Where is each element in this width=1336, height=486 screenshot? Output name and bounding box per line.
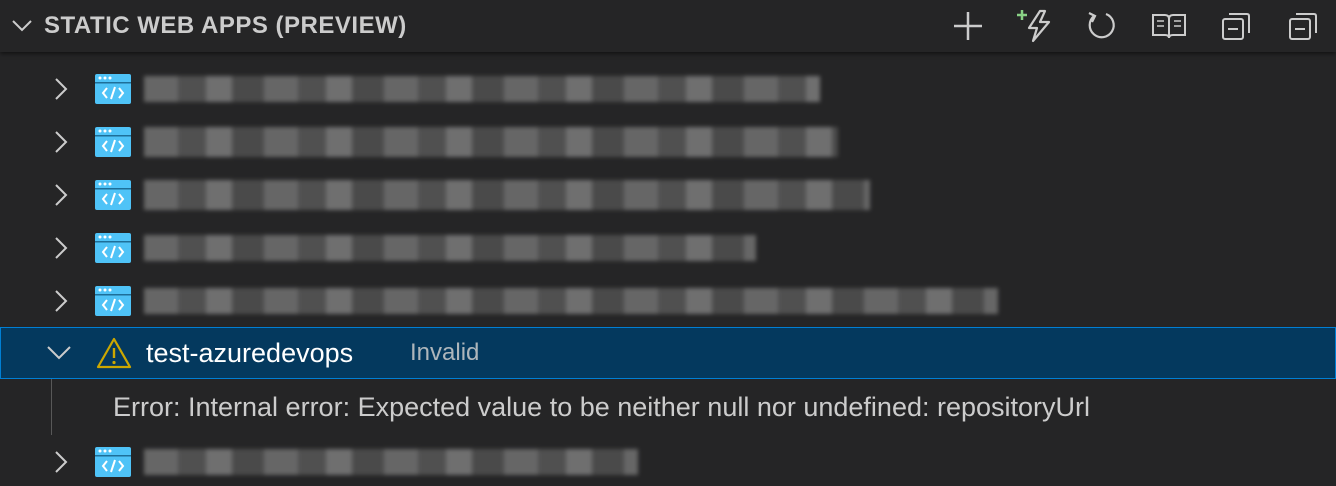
error-message: Error: Internal error: Expected value to… [113,391,1091,422]
chevron-right-icon[interactable] [46,115,76,168]
static-web-apps-panel: STATIC WEB APPS (PREVIEW) test-azuredevo… [0,0,1336,486]
tree-item-test-azuredevops[interactable]: test-azuredevops Invalid [0,327,1336,379]
static-web-app-icon [95,73,131,104]
static-web-app-icon [95,446,131,477]
header-actions [934,0,1336,52]
tree-view: test-azuredevops Invalid Error: Internal… [0,62,1336,486]
redacted-label [144,126,838,157]
refresh-icon[interactable] [1068,0,1135,52]
redacted-label [144,179,870,210]
chevron-down-icon[interactable] [0,0,44,52]
collapse-all-icon[interactable] [1202,0,1269,52]
tree-item[interactable] [0,168,1336,221]
error-item[interactable]: Error: Internal error: Expected value to… [0,379,1336,435]
tree-item[interactable] [0,62,1336,115]
book-icon[interactable] [1135,0,1202,52]
redacted-label [144,287,998,314]
redacted-label [144,75,820,102]
indent-guide [51,379,52,435]
chevron-right-icon[interactable] [46,221,76,274]
warning-icon [96,337,132,369]
chevron-right-icon[interactable] [46,168,76,221]
static-web-app-icon [95,126,131,157]
static-web-app-icon [95,179,131,210]
static-web-app-icon [95,232,131,263]
tree-item[interactable] [0,115,1336,168]
chevron-right-icon[interactable] [46,435,76,486]
tree-item[interactable] [0,274,1336,327]
tree-item[interactable] [0,221,1336,274]
lightning-plus-icon[interactable] [1001,0,1068,52]
panel-header[interactable]: STATIC WEB APPS (PREVIEW) [0,0,1336,52]
chevron-right-icon[interactable] [46,62,76,115]
redacted-label [144,234,756,261]
tree-item[interactable] [0,435,1336,486]
redacted-label [144,448,638,475]
tree-item-label: test-azuredevops [146,337,354,368]
tree-item-description: Invalid [410,339,480,366]
static-web-app-icon [95,285,131,316]
chevron-right-icon[interactable] [46,274,76,327]
panel-title: STATIC WEB APPS (PREVIEW) [44,12,407,39]
plus-icon[interactable] [934,0,1001,52]
chevron-down-icon[interactable] [44,327,74,379]
collapse-icon[interactable] [1269,0,1336,52]
